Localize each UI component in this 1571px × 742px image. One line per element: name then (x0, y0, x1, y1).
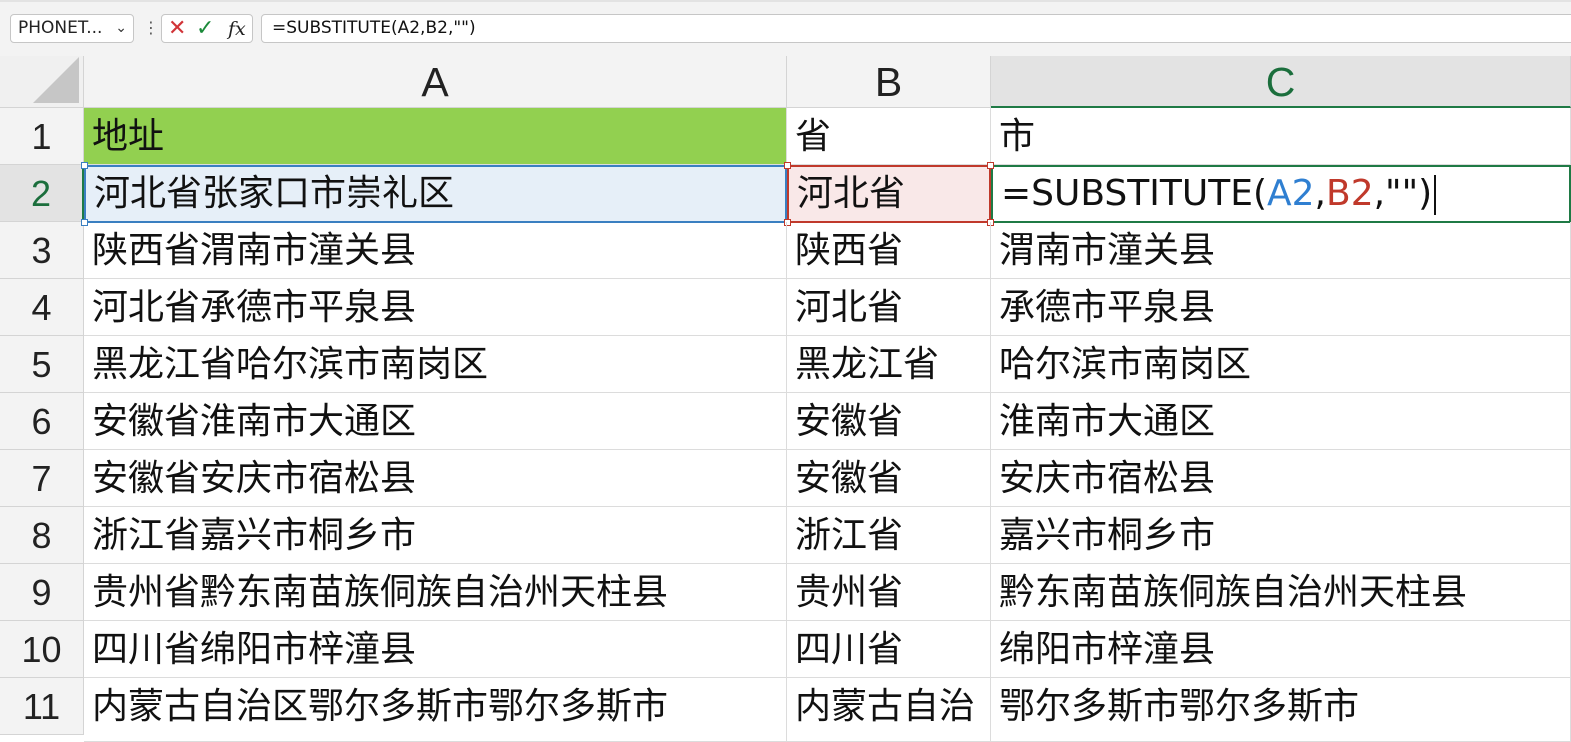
row-header-7[interactable]: 7 (0, 450, 84, 507)
formula-suffix: ,"") (1373, 173, 1433, 214)
cell-c7[interactable]: 安庆市宿松县 (991, 450, 1571, 507)
cell-b7[interactable]: 安徽省 (787, 450, 991, 507)
formula-actions: ✕ ✓ fx (161, 14, 253, 43)
cell-a2[interactable]: 河北省张家口市崇礼区 (84, 165, 787, 223)
cell-c3[interactable]: 渭南市潼关县 (991, 222, 1571, 279)
cell-a4[interactable]: 河北省承德市平泉县 (84, 279, 787, 336)
cell-a11[interactable]: 内蒙古自治区鄂尔多斯市鄂尔多斯市 (84, 678, 787, 742)
column-header-a[interactable]: A (84, 56, 787, 108)
cell-c9[interactable]: 黔东南苗族侗族自治州天柱县 (991, 564, 1571, 621)
chevron-down-icon[interactable]: ⌄ (115, 15, 127, 42)
cell-b4[interactable]: 河北省 (787, 279, 991, 336)
row-header-5[interactable]: 5 (0, 336, 84, 393)
row-header-6[interactable]: 6 (0, 393, 84, 450)
cell-b1[interactable]: 省 (787, 108, 991, 165)
top-divider (0, 0, 1571, 2)
name-box-value: PHONET... (18, 18, 103, 38)
formula-input[interactable]: =SUBSTITUTE(A2,B2,"") (261, 14, 1571, 43)
cell-b8[interactable]: 浙江省 (787, 507, 991, 564)
cell-a10[interactable]: 四川省绵阳市梓潼县 (84, 621, 787, 678)
row-header-1[interactable]: 1 (0, 108, 84, 165)
range-handle-b2-tr[interactable] (987, 162, 994, 169)
cell-a8[interactable]: 浙江省嘉兴市桐乡市 (84, 507, 787, 564)
insert-function-icon[interactable]: fx (228, 17, 246, 41)
cell-a1[interactable]: 地址 (84, 108, 787, 165)
column-header-c[interactable]: C (991, 56, 1571, 108)
formula-ref-a2: A2 (1267, 173, 1315, 214)
cell-a9[interactable]: 贵州省黔东南苗族侗族自治州天柱县 (84, 564, 787, 621)
row-header-2[interactable]: 2 (0, 165, 84, 222)
range-handle-b2-tl[interactable] (784, 162, 791, 169)
formula-prefix: =SUBSTITUTE( (1001, 173, 1268, 214)
cell-a7[interactable]: 安徽省安庆市宿松县 (84, 450, 787, 507)
more-options-icon[interactable]: ⋮ (143, 17, 159, 39)
select-all-corner[interactable] (0, 56, 84, 108)
cell-c10[interactable]: 绵阳市梓潼县 (991, 621, 1571, 678)
row-header-10[interactable]: 10 (0, 621, 84, 678)
cell-a5[interactable]: 黑龙江省哈尔滨市南岗区 (84, 336, 787, 393)
column-header-b[interactable]: B (787, 56, 991, 108)
cell-a3[interactable]: 陕西省渭南市潼关县 (84, 222, 787, 279)
cell-b6[interactable]: 安徽省 (787, 393, 991, 450)
cell-c11[interactable]: 鄂尔多斯市鄂尔多斯市 (991, 678, 1571, 742)
cell-b3[interactable]: 陕西省 (787, 222, 991, 279)
cell-b2[interactable]: 河北省 (787, 165, 991, 223)
text-caret (1434, 175, 1437, 215)
formula-bar: PHONET... ⌄ ⋮ ✕ ✓ fx =SUBSTITUTE(A2,B2,"… (0, 0, 1571, 56)
cell-c5[interactable]: 哈尔滨市南岗区 (991, 336, 1571, 393)
cell-b10[interactable]: 四川省 (787, 621, 991, 678)
formula-ref-b2: B2 (1326, 173, 1374, 214)
select-all-triangle-icon (33, 57, 79, 103)
cell-b9[interactable]: 贵州省 (787, 564, 991, 621)
row-header-11[interactable]: 11 (0, 678, 84, 735)
range-handle-a2-tl[interactable] (81, 162, 88, 169)
cell-c2-editing[interactable]: =SUBSTITUTE(A2,B2,"") (991, 165, 1571, 223)
cell-a6[interactable]: 安徽省淮南市大通区 (84, 393, 787, 450)
formula-separator: , (1314, 173, 1326, 214)
check-icon[interactable]: ✓ (196, 17, 214, 41)
cell-c4[interactable]: 承德市平泉县 (991, 279, 1571, 336)
name-box[interactable]: PHONET... ⌄ (10, 14, 134, 43)
row-header-3[interactable]: 3 (0, 222, 84, 279)
cell-c6[interactable]: 淮南市大通区 (991, 393, 1571, 450)
cancel-icon[interactable]: ✕ (168, 17, 186, 41)
row-header-9[interactable]: 9 (0, 564, 84, 621)
cell-c1[interactable]: 市 (991, 108, 1571, 165)
row-header-4[interactable]: 4 (0, 279, 84, 336)
cell-b5[interactable]: 黑龙江省 (787, 336, 991, 393)
cell-b11[interactable]: 内蒙古自治 (787, 678, 991, 742)
row-header-8[interactable]: 8 (0, 507, 84, 564)
cell-c8[interactable]: 嘉兴市桐乡市 (991, 507, 1571, 564)
